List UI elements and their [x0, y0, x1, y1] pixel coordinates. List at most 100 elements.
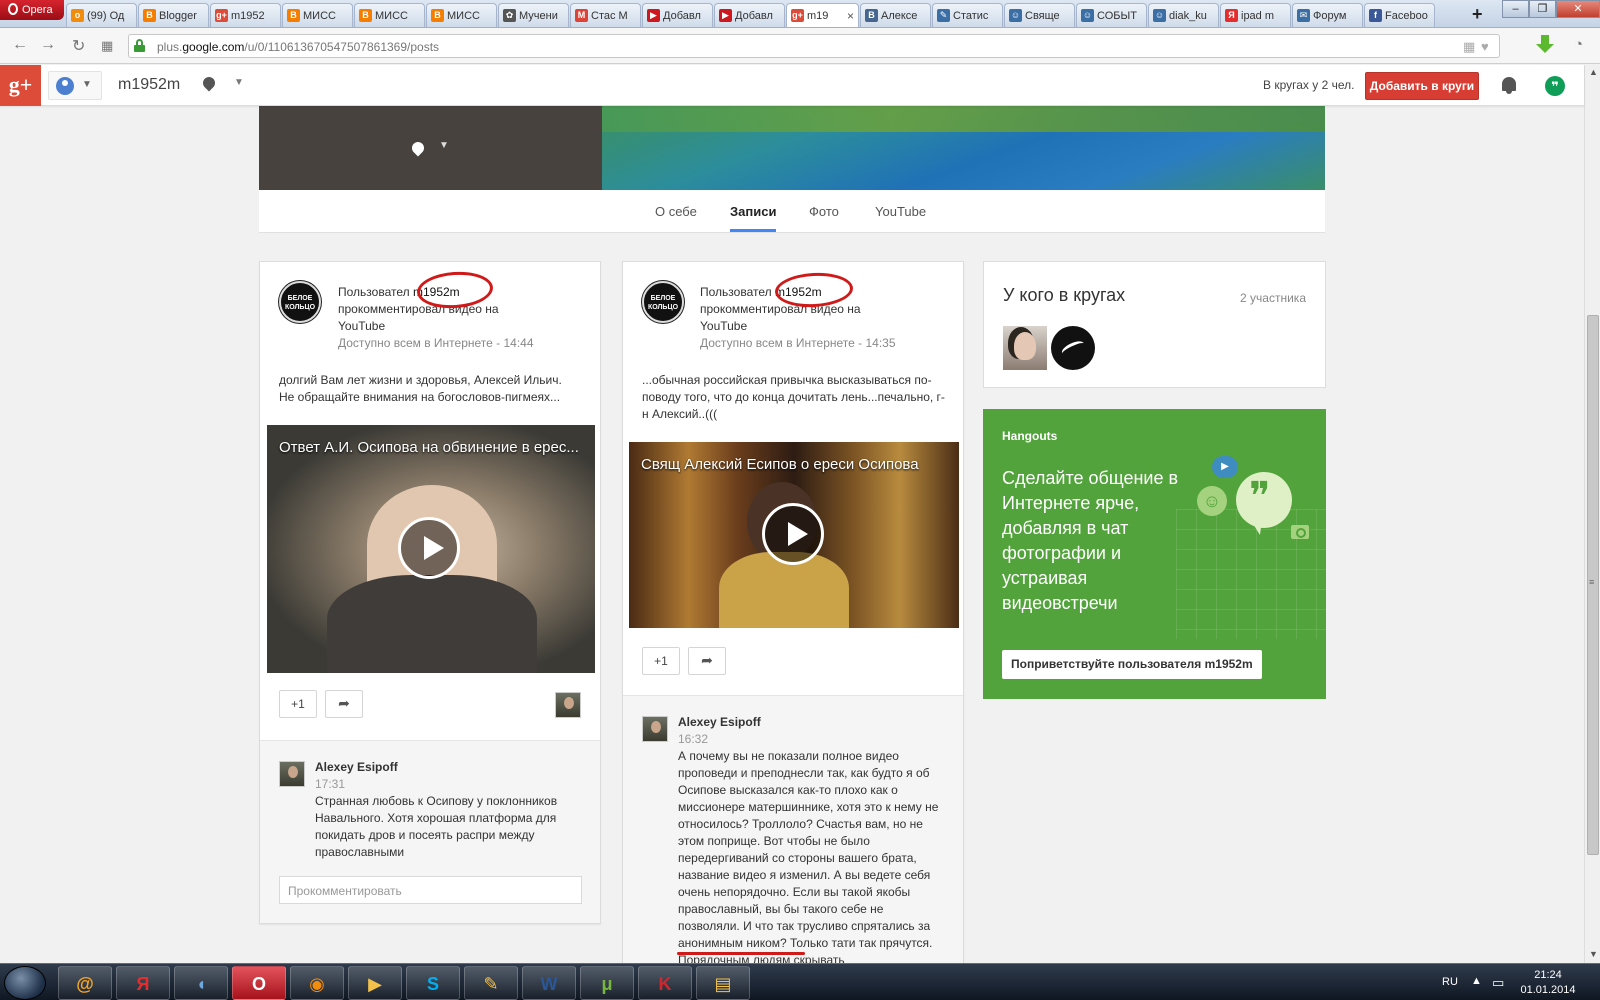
- tray-expand-icon[interactable]: ▲: [1471, 975, 1482, 987]
- share-button[interactable]: ➦: [325, 690, 363, 718]
- speed-dial-add-icon[interactable]: ▦: [1463, 39, 1475, 55]
- network-icon[interactable]: ▭: [1492, 975, 1504, 991]
- browser-tab[interactable]: g+ m19 ×: [786, 3, 859, 27]
- scroll-up-arrow-icon[interactable]: ▲: [1589, 67, 1598, 77]
- circles-title[interactable]: У кого в кругах: [1003, 285, 1125, 306]
- notification-bell-icon[interactable]: [1500, 76, 1518, 95]
- opera-menu-button[interactable]: Opera: [0, 0, 64, 20]
- address-field[interactable]: plus.google.com/u/0/11061367054750786136…: [128, 34, 1500, 58]
- browser-tab[interactable]: ▶ Добавл: [642, 3, 713, 27]
- tab-favicon-icon: B: [143, 9, 156, 22]
- back-arrow-icon[interactable]: ←: [12, 36, 28, 54]
- taskbar-app-word[interactable]: W: [522, 966, 576, 1000]
- browser-tab[interactable]: B Алексе: [860, 3, 931, 27]
- comment-author[interactable]: Alexey Esipoff: [315, 760, 398, 774]
- taskbar-app-media-player[interactable]: ▶: [348, 966, 402, 1000]
- tab-photos[interactable]: Фото: [809, 204, 839, 219]
- tab-youtube[interactable]: YouTube: [875, 204, 926, 219]
- add-to-circles-button[interactable]: Добавить в круги: [1365, 72, 1479, 100]
- chevron-down-icon[interactable]: ▼: [439, 140, 449, 151]
- browser-tab[interactable]: ✿ Мучени: [498, 3, 569, 27]
- video-thumbnail[interactable]: Ответ А.И. Осипова на обвинение в ерес..…: [267, 425, 595, 673]
- browser-tab[interactable]: B МИСС: [282, 3, 353, 27]
- close-tab-icon[interactable]: ×: [847, 9, 854, 23]
- taskbar-app-mail-agent[interactable]: @: [58, 966, 112, 1000]
- tab-label: Форум: [1313, 9, 1347, 22]
- forward-arrow-icon[interactable]: →: [40, 36, 56, 54]
- tab-label: Добавл: [735, 9, 773, 22]
- speed-dial-icon[interactable]: ▦: [101, 38, 113, 54]
- location-pin-icon[interactable]: [409, 139, 427, 157]
- tab-label: diak_ku: [1169, 9, 1207, 22]
- taskbar-app-firefox[interactable]: ◉: [290, 966, 344, 1000]
- taskbar-app-opera[interactable]: O: [232, 966, 286, 1000]
- page-scrollbar[interactable]: ▲ ≡ ▼: [1584, 65, 1600, 963]
- browser-tab[interactable]: M Стас М: [570, 3, 641, 27]
- video-thumbnail[interactable]: Свящ Алексий Есипов о ереси Осипова: [629, 442, 959, 628]
- hangouts-icon[interactable]: ❞: [1545, 76, 1565, 96]
- browser-tab[interactable]: ☺ diak_ku: [1148, 3, 1219, 27]
- comment-author[interactable]: Alexey Esipoff: [678, 715, 761, 729]
- chevron-down-icon[interactable]: ▼: [234, 77, 244, 88]
- tab-about[interactable]: О себе: [655, 204, 697, 219]
- browser-tab[interactable]: ☺ СОБЫТ: [1076, 3, 1147, 27]
- in-circles-count[interactable]: В кругах у 2 чел.: [1263, 78, 1354, 92]
- author-avatar[interactable]: БЕЛОЕ КОЛЬЦО: [642, 281, 684, 323]
- close-window-button[interactable]: ✕: [1556, 0, 1600, 18]
- play-icon[interactable]: [762, 503, 824, 565]
- maximize-button[interactable]: ❐: [1529, 0, 1556, 18]
- browser-tab[interactable]: B МИСС: [426, 3, 497, 27]
- profile-tabs: О себе Записи Фото YouTube: [259, 190, 1325, 233]
- post-meta[interactable]: Доступно всем в Интернете - 14:35: [700, 336, 896, 350]
- plus-one-button[interactable]: +1: [279, 690, 317, 718]
- opera-turbo-icon[interactable]: ◔: [1574, 36, 1583, 53]
- share-button[interactable]: ➦: [688, 647, 726, 675]
- browser-tab[interactable]: ✎ Статис: [932, 3, 1003, 27]
- chevron-down-icon: ▼: [82, 79, 92, 90]
- taskbar-clock[interactable]: 21:24 01.01.2014: [1518, 968, 1578, 998]
- scroll-down-arrow-icon[interactable]: ▼: [1589, 949, 1598, 959]
- video-title[interactable]: Ответ А.И. Осипова на обвинение в ерес..…: [279, 439, 579, 456]
- browser-tab[interactable]: ☺ Свяще: [1004, 3, 1075, 27]
- circles-count[interactable]: 2 участника: [1240, 291, 1306, 305]
- post-meta[interactable]: Доступно всем в Интернете - 14:44: [338, 336, 534, 350]
- reload-icon[interactable]: ↻: [72, 36, 85, 56]
- heart-bookmark-icon[interactable]: ♥: [1481, 39, 1489, 54]
- video-title[interactable]: Свящ Алексий Есипов о ереси Осипова: [641, 456, 919, 473]
- tab-posts[interactable]: Записи: [730, 204, 777, 232]
- greet-user-button[interactable]: Поприветствуйте пользователя m1952m: [1002, 650, 1262, 679]
- browser-tab[interactable]: ✉ Форум: [1292, 3, 1363, 27]
- avatar[interactable]: [1003, 326, 1047, 370]
- account-menu-button[interactable]: ▼: [48, 71, 102, 100]
- avatar[interactable]: [555, 692, 581, 718]
- comment-input[interactable]: Прокомментировать: [279, 876, 582, 904]
- browser-tab[interactable]: B Blogger: [138, 3, 209, 27]
- author-avatar[interactable]: БЕЛОЕ КОЛЬЦО: [279, 281, 321, 323]
- taskbar-app-photo-editor[interactable]: ✎: [464, 966, 518, 1000]
- browser-tab[interactable]: f Faceboo: [1364, 3, 1435, 27]
- taskbar-app-kaspersky[interactable]: K: [638, 966, 692, 1000]
- taskbar-app-utorrent[interactable]: μ: [580, 966, 634, 1000]
- camera-icon: [1291, 525, 1309, 539]
- plus-one-button[interactable]: +1: [642, 647, 680, 675]
- language-indicator[interactable]: RU: [1442, 976, 1458, 988]
- browser-tab[interactable]: Яipad m: [1220, 3, 1291, 27]
- taskbar-app-yandex[interactable]: Я: [116, 966, 170, 1000]
- taskbar-app-explorer[interactable]: ▤: [696, 966, 750, 1000]
- gplus-logo[interactable]: g+: [0, 65, 41, 106]
- taskbar-app-skype[interactable]: S: [406, 966, 460, 1000]
- location-pin-icon[interactable]: [203, 77, 215, 91]
- avatar[interactable]: [1051, 326, 1095, 370]
- new-tab-button[interactable]: +: [1472, 4, 1483, 25]
- start-button[interactable]: [4, 966, 46, 1000]
- comment-avatar[interactable]: [642, 716, 668, 742]
- comment-avatar[interactable]: [279, 761, 305, 787]
- minimize-button[interactable]: –: [1502, 0, 1529, 18]
- browser-tab[interactable]: ▶ Добавл: [714, 3, 785, 27]
- browser-tab[interactable]: B МИСС: [354, 3, 425, 27]
- browser-tab[interactable]: g+ m1952: [210, 3, 281, 27]
- download-icon[interactable]: [1536, 35, 1554, 55]
- play-icon[interactable]: [398, 517, 460, 579]
- taskbar-app-volume[interactable]: ◖: [174, 966, 228, 1000]
- browser-tab[interactable]: о (99) Од: [66, 3, 137, 27]
